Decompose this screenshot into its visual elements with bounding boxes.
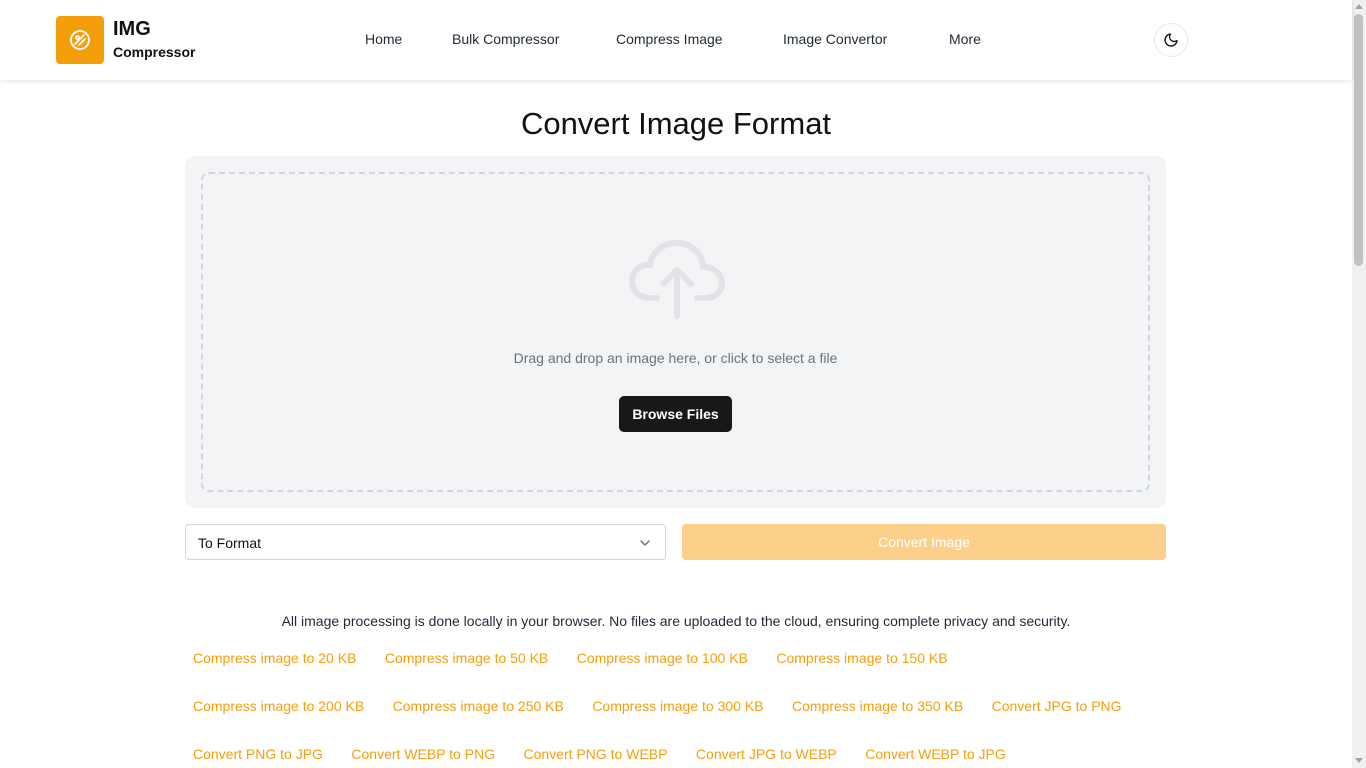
dropzone-hint: Drag and drop an image here, or click to…	[513, 350, 838, 366]
scroll-down-arrow[interactable]	[1355, 758, 1363, 763]
nav-bulk-compressor[interactable]: Bulk Compressor	[452, 31, 559, 47]
link-compress-300kb[interactable]: Compress image to 300 KB	[592, 698, 763, 714]
link-row: Compress image to 20 KB Compress image t…	[193, 650, 1183, 698]
link-compress-50kb[interactable]: Compress image to 50 KB	[385, 650, 548, 666]
link-compress-200kb[interactable]: Compress image to 200 KB	[193, 698, 364, 714]
browse-files-button[interactable]: Browse Files	[619, 396, 732, 432]
link-compress-150kb[interactable]: Compress image to 150 KB	[776, 650, 947, 666]
link-png-to-webp[interactable]: Convert PNG to WEBP	[524, 746, 668, 762]
scroll-up-arrow[interactable]	[1355, 4, 1363, 9]
scrollbar-thumb[interactable]	[1354, 14, 1363, 266]
cloud-upload-icon	[629, 240, 725, 319]
main-nav: Home Bulk Compressor Compress Image Imag…	[0, 0, 1352, 80]
nav-compress-image[interactable]: Compress Image	[616, 31, 723, 47]
theme-toggle-button[interactable]	[1154, 23, 1188, 57]
chevron-down-icon	[640, 540, 650, 546]
nav-more[interactable]: More	[949, 31, 981, 47]
nav-image-convertor[interactable]: Image Convertor	[783, 31, 887, 47]
convert-image-button[interactable]: Convert Image	[682, 524, 1166, 560]
link-compress-250kb[interactable]: Compress image to 250 KB	[393, 698, 564, 714]
link-row: Compress image to 200 KB Compress image …	[193, 698, 1183, 746]
site-header: IMG Compressor Home Bulk Compressor Comp…	[0, 0, 1352, 80]
link-compress-100kb[interactable]: Compress image to 100 KB	[577, 650, 748, 666]
nav-home[interactable]: Home	[365, 31, 402, 47]
link-webp-to-jpg[interactable]: Convert WEBP to JPG	[865, 746, 1006, 762]
upload-panel: Drag and drop an image here, or click to…	[185, 156, 1166, 508]
link-compress-20kb[interactable]: Compress image to 20 KB	[193, 650, 356, 666]
link-jpg-to-png[interactable]: Convert JPG to PNG	[992, 698, 1122, 714]
page: IMG Compressor Home Bulk Compressor Comp…	[0, 0, 1366, 768]
privacy-note: All image processing is done locally in …	[281, 613, 1071, 629]
page-title: Convert Image Format	[520, 106, 832, 141]
format-select-value: To Format	[198, 535, 262, 551]
dropzone[interactable]: Drag and drop an image here, or click to…	[201, 172, 1150, 492]
link-compress-350kb[interactable]: Compress image to 350 KB	[792, 698, 963, 714]
link-png-to-jpg[interactable]: Convert PNG to JPG	[193, 746, 323, 762]
moon-icon	[1164, 33, 1178, 47]
link-row: Convert PNG to JPG Convert WEBP to PNG C…	[193, 746, 1183, 768]
format-select[interactable]: To Format	[185, 524, 666, 560]
link-jpg-to-webp[interactable]: Convert JPG to WEBP	[696, 746, 837, 762]
quick-links: Compress image to 20 KB Compress image t…	[193, 650, 1183, 768]
link-webp-to-png[interactable]: Convert WEBP to PNG	[351, 746, 495, 762]
